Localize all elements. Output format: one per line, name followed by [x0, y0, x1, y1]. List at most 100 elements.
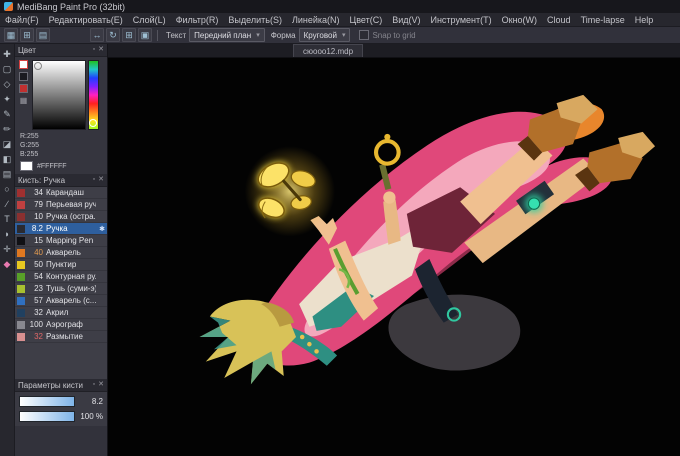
bucket-tool[interactable]: ◧ — [1, 153, 14, 166]
brush-item[interactable]: 15 Mapping Pen ✱ — [15, 235, 107, 247]
menu-item[interactable]: Cloud — [542, 15, 576, 25]
tool-glyph: ◆ — [3, 259, 11, 269]
hue-marker — [89, 119, 97, 127]
float-panel-icon[interactable]: ▫ — [93, 174, 95, 186]
document-tab[interactable]: сюооо12.mdp — [293, 44, 364, 57]
tool-glyph: ◪ — [2, 139, 12, 149]
glowing-butterfly — [244, 146, 336, 237]
hand-tool[interactable]: ✛ — [1, 243, 14, 256]
menu-item[interactable]: Time-lapse — [576, 15, 630, 25]
menu-item[interactable]: Цвет(C) — [345, 15, 388, 25]
hue-slider[interactable] — [88, 60, 99, 130]
brush-panel-title: Кисть: Ручка — [18, 175, 66, 185]
brush-item[interactable]: 23 Тушь (суми-э) ✱ — [15, 283, 107, 295]
slider-track[interactable] — [19, 396, 75, 407]
menu-item-label: Окно(W) — [501, 14, 538, 25]
brush-item[interactable]: 57 Акварель (с... ✱ — [15, 295, 107, 307]
menu-item[interactable]: Линейка(N) — [287, 15, 345, 25]
menu-item[interactable]: Слой(L) — [128, 15, 171, 25]
rgb-readout: R:255 G:255 B:255 — [15, 131, 107, 160]
rotate-canvas-icon[interactable]: ↻ — [106, 28, 120, 42]
float-panel-icon[interactable]: ▫ — [93, 379, 95, 391]
divide-tool[interactable]: ∕ — [1, 198, 14, 211]
brush-name: Тушь (суми-э) — [46, 284, 97, 293]
document-tab-bar: сюооо12.mdp — [108, 44, 680, 58]
tool-glyph: ▤ — [2, 169, 12, 179]
transform-icon[interactable]: ↔ — [90, 28, 104, 42]
lasso-tool[interactable]: ◇ — [1, 78, 14, 91]
brush-preview-swatch — [17, 284, 25, 293]
document-tab-label: сюооо12.mdp — [303, 46, 354, 56]
palette-color-chip[interactable] — [19, 84, 28, 93]
brush-size: 34 — [34, 188, 43, 197]
dock-color-icon[interactable]: ▦ — [4, 28, 18, 42]
menu-item[interactable]: Фильтр(R) — [171, 15, 224, 25]
dock-layer-icon[interactable]: ▤ — [36, 28, 50, 42]
eraser-tool[interactable]: ◪ — [1, 138, 14, 151]
menu-item[interactable]: Файл(F) — [0, 15, 44, 25]
magic-wand-tool[interactable]: ✦ — [1, 93, 14, 106]
gradient-tool[interactable]: ▤ — [1, 168, 14, 181]
brush-preview-swatch — [17, 296, 25, 305]
material-panel-icon[interactable]: ▣ — [138, 28, 152, 42]
app-icon — [4, 2, 13, 11]
blue-value: B:255 — [20, 151, 39, 158]
menu-item[interactable]: Вид(V) — [387, 15, 425, 25]
saturation-value-picker[interactable] — [32, 60, 86, 130]
text-tool-label: Текст — [166, 30, 187, 40]
brush-name: Перьевая руч... — [46, 200, 97, 209]
tool-glyph: ✎ — [3, 109, 11, 119]
brush-item[interactable]: 50 Пунктир ✱ — [15, 259, 107, 271]
foreground-color-chip[interactable] — [19, 60, 28, 69]
brush-item[interactable]: 8.2 Ручка ✱ — [15, 223, 107, 235]
slider-track[interactable] — [19, 411, 75, 422]
shape-select[interactable]: Круговой ▾ — [298, 28, 351, 42]
marquee-select-tool[interactable]: ▢ — [1, 63, 14, 76]
brush-item[interactable]: 100 Аэрограф ✱ — [15, 319, 107, 331]
brush-item[interactable]: 40 Акварель ✱ — [15, 247, 107, 259]
menu-item[interactable]: Инструмент(T) — [425, 15, 496, 25]
brush-tool[interactable]: ✏ — [1, 123, 14, 136]
close-panel-icon[interactable]: ✕ — [98, 379, 104, 391]
menu-item[interactable]: Help — [630, 15, 659, 25]
drawing-canvas[interactable] — [108, 58, 680, 456]
menu-item[interactable]: Выделить(S) — [223, 15, 287, 25]
brush-name: Пунктир — [46, 260, 77, 269]
select-pen-tool[interactable]: ✎ — [1, 108, 14, 121]
brush-preview-swatch — [17, 308, 25, 317]
brush-item[interactable]: 32 Акрил ✱ — [15, 307, 107, 319]
shape-tool[interactable]: ○ — [1, 183, 14, 196]
text-tool[interactable]: T — [1, 213, 14, 226]
menu-item[interactable]: Редактировать(E) — [44, 15, 128, 25]
snap-to-grid-checkbox[interactable] — [359, 30, 370, 40]
move-tool[interactable]: ✚ — [1, 48, 14, 61]
brush-settings-icon[interactable]: ✱ — [99, 225, 105, 233]
brush-item[interactable]: 34 Карандаш ✱ — [15, 187, 107, 199]
brush-item[interactable]: 10 Ручка (остра... ✱ — [15, 211, 107, 223]
chevron-down-icon: ▾ — [256, 32, 260, 39]
close-panel-icon[interactable]: ✕ — [98, 174, 104, 186]
brush-item[interactable]: 32 Размытие ✱ — [15, 331, 107, 343]
main-area: ✚ ▢ ◇ ✦ ✎ ✏ ◪ ◧ ▤ ○ ∕ T ◗ ✛ ◆ Цвет ▫ ✕ ▦… — [0, 44, 680, 456]
dock-brush-icon[interactable]: ⊞ — [20, 28, 34, 42]
toolbar-icon-glyph: ▦ — [6, 29, 16, 40]
grid-toggle-icon[interactable]: ⊞ — [122, 28, 136, 42]
shape-label: Форма — [270, 30, 296, 40]
tool-glyph: ◧ — [2, 154, 12, 164]
current-color-swatch — [20, 161, 33, 171]
brush-opacity-slider: 100 % — [15, 409, 107, 424]
background-color-chip[interactable] — [19, 72, 28, 81]
float-panel-icon[interactable]: ▫ — [93, 44, 95, 56]
eyedropper-tool[interactable]: ◗ — [1, 228, 14, 241]
menu-item[interactable]: Окно(W) — [497, 15, 542, 25]
tool-glyph: ▢ — [2, 64, 12, 74]
brush-item[interactable]: 79 Перьевая руч... ✱ — [15, 199, 107, 211]
close-panel-icon[interactable]: ✕ — [98, 44, 104, 56]
menu-item-label: Time-lapse — [580, 14, 625, 25]
brush-item[interactable]: 54 Контурная ру... ✱ — [15, 271, 107, 283]
symmetry-tool[interactable]: ◆ — [1, 258, 14, 271]
tool-glyph: ∕ — [6, 199, 8, 209]
foreground-select[interactable]: Передний план ▾ — [189, 28, 265, 42]
brush-preview-swatch — [17, 224, 25, 233]
palette-grid-icon[interactable]: ▦ — [20, 96, 28, 105]
